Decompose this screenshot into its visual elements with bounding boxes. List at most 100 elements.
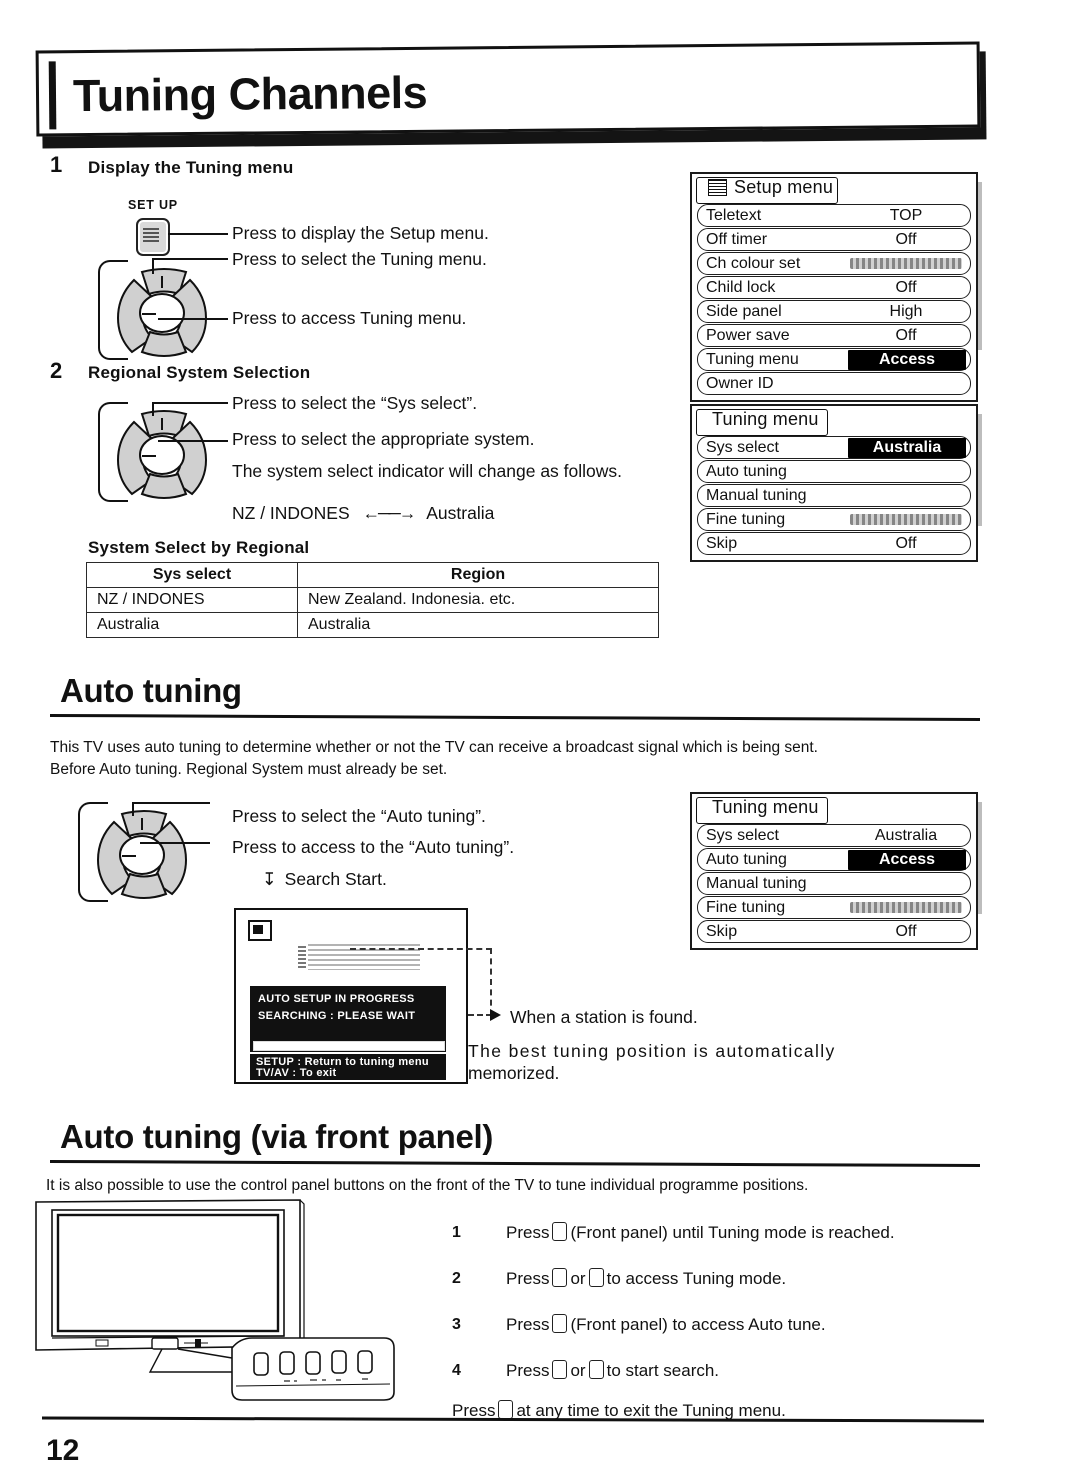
menu-row-off-timer[interactable]: Off timer Off — [697, 228, 971, 251]
menu-row-teletext[interactable]: Teletext TOP — [697, 204, 971, 227]
front-panel-button-icon[interactable] — [588, 1268, 604, 1287]
leader-line — [152, 402, 154, 416]
table-row: NZ / INDONES New Zealand. Indonesia. etc… — [86, 587, 659, 613]
press-label: Press — [506, 1315, 550, 1334]
table-header-cell: Sys select — [86, 562, 298, 588]
menu-row-manual-tuning[interactable]: Manual tuning — [697, 872, 971, 895]
row-label: Off timer — [706, 230, 768, 248]
section-rule — [49, 713, 981, 722]
auto-setup-help-box: SETUP : Return to tuning menu TV/AV : To… — [250, 1054, 446, 1080]
row-label: Fine tuning — [706, 510, 786, 528]
menu-row-skip[interactable]: Skip Off — [697, 532, 971, 555]
menu-row-ch-colour-set[interactable]: Ch colour set — [697, 252, 971, 275]
menu-row-fine-tuning[interactable]: Fine tuning — [697, 508, 971, 531]
row-value-gauge — [850, 902, 962, 913]
press-label: Press — [506, 1223, 550, 1242]
progress-track — [253, 1041, 445, 1051]
row-value: Off — [895, 922, 917, 940]
osd-scan-marks — [298, 946, 306, 970]
press-label: Press — [506, 1269, 550, 1288]
menu-row-owner-id[interactable]: Owner ID — [697, 372, 971, 395]
setup-menu-panel: Setup menu Teletext TOP Off timer Off Ch… — [690, 172, 978, 402]
leader-line — [132, 802, 210, 804]
menu-row-sys-select[interactable]: Sys select Australia — [697, 824, 971, 847]
row-value: Off — [895, 326, 917, 344]
leader-line — [158, 318, 228, 320]
row-label: Skip — [706, 534, 738, 552]
row-label: Teletext — [706, 206, 762, 224]
menu-row-sys-select[interactable]: Sys select Australia — [697, 436, 971, 459]
menu-row-side-panel[interactable]: Side panel High — [697, 300, 971, 323]
step-2-line-3: The system select indicator will change … — [232, 461, 623, 481]
press-down-icon: ↧ — [262, 869, 277, 889]
front-panel-button-icon[interactable] — [552, 1360, 568, 1379]
row-label: Sys select — [706, 438, 779, 456]
setup-menu-header: Setup menu — [692, 174, 976, 204]
menu-row-manual-tuning[interactable]: Manual tuning — [697, 484, 971, 507]
front-panel-button-icon[interactable] — [552, 1314, 568, 1333]
table-cell: Australia — [86, 612, 298, 638]
row-label: Auto tuning — [706, 850, 787, 868]
tv-search-screenshot: AUTO SETUP IN PROGRESS SEARCHING : PLEAS… — [234, 908, 468, 1084]
help-line-2: TV/AV : To exit — [256, 1067, 337, 1079]
status-line-1: AUTO SETUP IN PROGRESS — [258, 993, 415, 1005]
row-label: Sys select — [706, 826, 779, 844]
menu-row-tuning-menu[interactable]: Tuning menu Access — [697, 348, 971, 371]
front-panel-step-3-number: 3 — [452, 1316, 461, 1333]
front-panel-step-4-text: Press or to start search. — [506, 1360, 719, 1381]
front-panel-button-icon[interactable] — [552, 1268, 568, 1287]
step-1-title: Display the Tuning menu — [88, 158, 294, 177]
page-title-banner: Tuning Channels — [35, 41, 987, 149]
row-value-gauge — [850, 514, 962, 525]
menu-row-skip[interactable]: Skip Off — [697, 920, 971, 943]
tuning-menu-rows: Sys select Australia Auto tuning Manual … — [692, 433, 976, 560]
menu-row-child-lock[interactable]: Child lock Off — [697, 276, 971, 299]
row-label: Manual tuning — [706, 874, 807, 892]
callout-dotted-line — [490, 948, 492, 1016]
menu-row-auto-tuning[interactable]: Auto tuning — [697, 460, 971, 483]
callout-arrow-icon — [490, 1009, 501, 1021]
tv-front-panel-illustration — [32, 1196, 432, 1411]
row-value: Off — [895, 534, 917, 552]
cursor-pad-icon[interactable] — [78, 800, 196, 904]
front-panel-step-3-text: Press (Front panel) to access Auto tune. — [506, 1314, 826, 1335]
step-1-number: 1 — [50, 152, 63, 177]
row-label: Owner ID — [706, 374, 774, 392]
row-label: Manual tuning — [706, 486, 807, 504]
setup-button-icon[interactable] — [136, 218, 170, 256]
leader-line — [152, 258, 228, 260]
row-label: Skip — [706, 922, 738, 940]
cursor-pad-icon[interactable] — [98, 258, 216, 362]
search-start-label: Search Start. — [284, 869, 387, 889]
row-label: Tuning menu — [706, 350, 799, 368]
step-2-title: Regional System Selection — [88, 363, 311, 382]
front-panel-button-icon[interactable] — [552, 1222, 568, 1241]
table-row: Australia Australia — [86, 612, 659, 638]
or-label: or — [570, 1361, 586, 1380]
front-panel-step-4-number: 4 — [452, 1362, 461, 1379]
menu-row-auto-tuning[interactable]: Auto tuning Access — [697, 848, 971, 871]
front-panel-button-icon[interactable] — [498, 1400, 514, 1419]
auto-tuning-paragraph-line-2: Before Auto tuning. Regional System must… — [50, 761, 448, 778]
cursor-pad-icon[interactable] — [98, 400, 216, 504]
menu-row-fine-tuning[interactable]: Fine tuning — [697, 896, 971, 919]
status-line-2: SEARCHING : PLEASE WAIT — [258, 1010, 416, 1022]
front-panel-button-icon[interactable] — [588, 1360, 604, 1379]
tuning-menu-title: Tuning menu — [712, 797, 819, 817]
auto-tuning-line-1: Press to select the “Auto tuning”. — [232, 806, 486, 826]
auto-tuning-heading: Auto tuning — [60, 672, 242, 709]
auto-tuning-line-2: Press to access to the “Auto tuning”. — [232, 837, 515, 857]
callout-dotted-line — [350, 948, 492, 950]
row-label: Child lock — [706, 278, 776, 296]
row-label: Auto tuning — [706, 462, 787, 480]
toggle-left-label: NZ / INDONES — [232, 503, 350, 523]
menu-row-power-save[interactable]: Power save Off — [697, 324, 971, 347]
leader-line — [152, 402, 228, 404]
row-label: Fine tuning — [706, 898, 786, 916]
banner-accent-bar — [48, 61, 57, 130]
search-progress-track — [250, 1038, 446, 1052]
step-1-line-3: Press to access Tuning menu. — [232, 308, 467, 328]
row-label: Ch colour set — [706, 254, 801, 272]
or-label: or — [570, 1269, 586, 1288]
step-2-line-2: Press to select the appropriate system. — [232, 429, 535, 449]
